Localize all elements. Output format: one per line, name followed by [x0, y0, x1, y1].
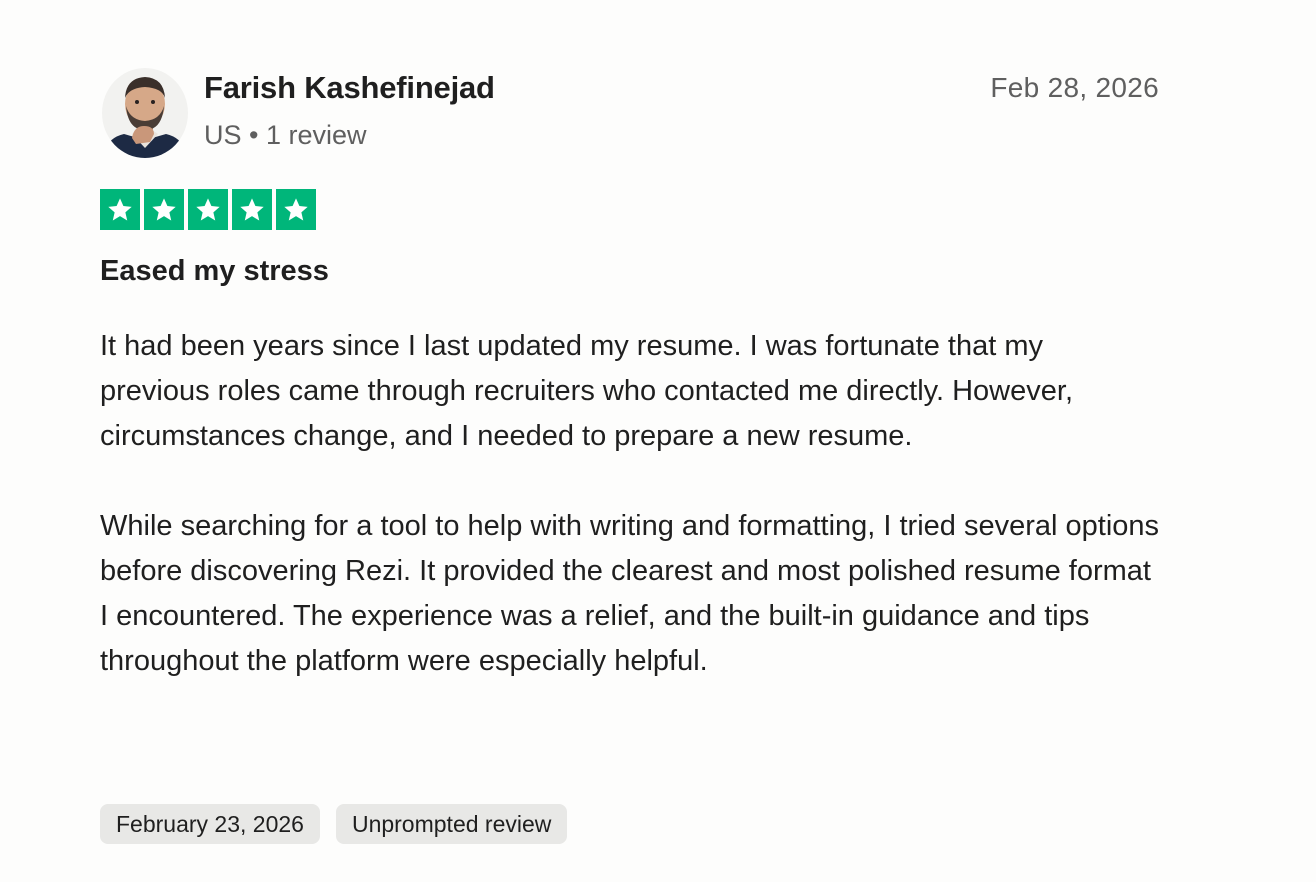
review-tags: February 23, 2026 Unprompted review — [100, 804, 568, 844]
review-body: It had been years since I last updated m… — [100, 324, 1160, 729]
reviewer-avatar[interactable] — [102, 68, 188, 158]
meta-separator: • — [249, 120, 259, 150]
star-icon — [100, 189, 140, 230]
reviewer-country: US — [204, 120, 242, 150]
star-rating — [100, 189, 316, 230]
reviewer-meta: US • 1 review — [204, 120, 367, 151]
star-icon — [144, 189, 184, 230]
reviewer-name[interactable]: Farish Kashefinejad — [204, 70, 495, 106]
review-title: Eased my stress — [100, 255, 329, 287]
review-card: Farish Kashefinejad US • 1 review Feb 28… — [0, 0, 1316, 882]
star-icon — [188, 189, 228, 230]
review-date: Feb 28, 2026 — [990, 72, 1159, 103]
review-paragraph: While searching for a tool to help with … — [100, 510, 1160, 677]
person-photo-avatar-icon — [102, 68, 188, 158]
reviewer-review-count[interactable]: 1 review — [266, 120, 367, 150]
experience-date-badge[interactable]: February 23, 2026 — [100, 804, 320, 844]
star-icon — [276, 189, 316, 230]
review-paragraph: It had been years since I last updated m… — [100, 330, 1074, 452]
star-icon — [232, 189, 272, 230]
unprompted-review-badge[interactable]: Unprompted review — [335, 804, 568, 844]
